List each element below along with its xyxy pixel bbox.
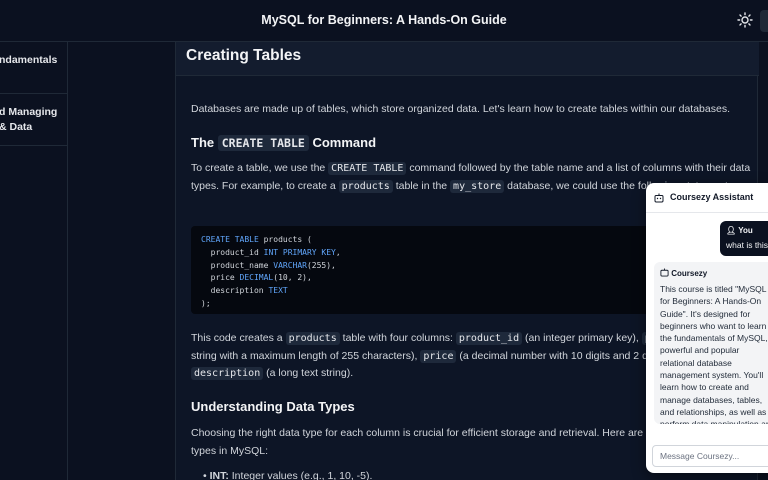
user-message: 👤︎ You what is this course about? [720,221,768,256]
user-label: 👤︎ You [726,226,753,235]
message-input[interactable] [652,445,768,467]
sidebar-item-label-line2: & Data [0,121,33,133]
bot-icon [654,193,664,203]
assistant-label: Coursezy [660,268,707,278]
assistant-header: Coursezy Assistant [646,183,768,213]
lesson-header: Creating Tables [176,42,759,76]
course-title: MySQL for Beginners: A Hands-On Guide [261,13,507,27]
assistant-message: Coursezy This course is titled "MySQL fo… [654,262,768,424]
sidebar-item-fundamentals[interactable]: ndamentals [0,42,68,94]
user-message-text: what is this course about? [726,240,768,250]
sidebar: ndamentals d Managing & Data [0,42,68,480]
sidebar-item-managing-data[interactable]: d Managing & Data [0,94,68,146]
section-heading-data-types: Understanding Data Types [191,399,355,414]
sidebar-item-label: d Managing [0,106,58,118]
lesson-title: Creating Tables [186,47,302,64]
sun-icon[interactable] [737,12,753,28]
top-bar: MySQL for Beginners: A Hands-On Guide [0,0,768,42]
sidebar-item-label: ndamentals [0,54,58,66]
bot-icon [660,268,669,277]
assistant-message-text: This course is titled "MySQL for Beginne… [660,284,768,424]
account-button[interactable] [760,10,768,32]
user-icon: 👤︎ [726,226,737,235]
intro-paragraph: Databases are made up of tables, which s… [191,103,730,115]
assistant-title: Coursezy Assistant [670,192,754,202]
section-heading-create-table: The CREATE TABLE Command [191,135,377,151]
assistant-panel: Coursezy Assistant 👤︎ You what is this c… [646,183,768,473]
